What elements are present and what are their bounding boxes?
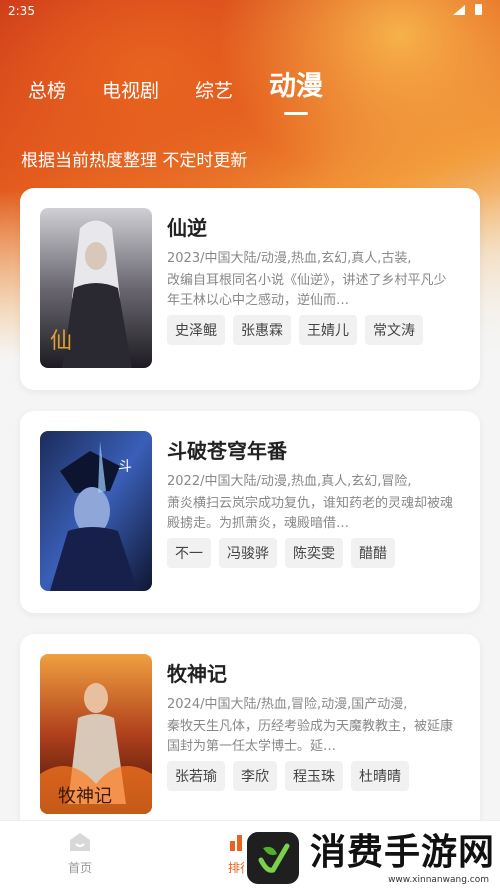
cast-tags: 不一 冯骏骅 陈奕雯 醋醋: [167, 538, 395, 568]
leaf-check-icon: [258, 843, 290, 873]
cast-tag[interactable]: 醋醋: [351, 538, 395, 568]
card-description: 改编自耳根同名小说《仙逆》，讲述了乡村平凡少年王林以心中之感动，逆仙而…: [167, 273, 447, 308]
card-description: 萧炎横扫云岚宗成功复仇，谁知药老的灵魂却被魂殿掳走。为抓萧炎，魂殿暗借…: [167, 496, 454, 531]
card-description: 秦牧天生凡体，历经考验成为天魔教教主，被延康国封为第一任太学博士。延…: [167, 719, 454, 754]
category-tabs: 总榜 电视剧 综艺 动漫: [28, 64, 323, 103]
tab-overall[interactable]: 总榜: [28, 76, 66, 103]
ranking-card[interactable]: 仙 仙逆 2023/中国大陆/动漫,热血,玄幻,真人,古装, 改编自耳根同名小说…: [20, 188, 480, 390]
watermark-url: www.xinnanwang.com: [388, 874, 490, 885]
card-title: 斗破苍穹年番: [167, 439, 287, 463]
cast-tag[interactable]: 王婧儿: [299, 315, 357, 345]
card-title: 牧神记: [167, 662, 227, 686]
cast-tag[interactable]: 李欣: [233, 761, 277, 791]
poster-image: 仙: [40, 208, 152, 368]
signal-icon: [453, 4, 465, 15]
svg-text:斗: 斗: [118, 459, 132, 475]
svg-text:牧神记: 牧神记: [58, 786, 112, 807]
cast-tag[interactable]: 冯骏骅: [219, 538, 277, 568]
card-meta: 2023/中国大陆/动漫,热血,玄幻,真人,古装,: [167, 251, 412, 266]
poster-image: 斗: [40, 431, 152, 591]
poster-image: 牧神记: [40, 654, 152, 814]
cast-tag[interactable]: 张惠霖: [233, 315, 291, 345]
cast-tags: 张若瑜 李欣 程玉珠 杜晴晴: [167, 761, 409, 791]
status-time: 2:35: [8, 4, 35, 18]
cast-tags: 史泽鲲 张惠霖 王婧儿 常文涛: [167, 315, 423, 345]
cast-tag[interactable]: 张若瑜: [167, 761, 225, 791]
ranking-card[interactable]: 斗 斗破苍穹年番 2022/中国大陆/动漫,热血,真人,玄幻,冒险, 萧炎横扫云…: [20, 411, 480, 613]
cast-tag[interactable]: 常文涛: [365, 315, 423, 345]
cast-tag[interactable]: 史泽鲲: [167, 315, 225, 345]
tab-variety[interactable]: 综艺: [195, 76, 233, 103]
card-title: 仙逆: [167, 216, 207, 240]
cast-tag[interactable]: 程玉珠: [285, 761, 343, 791]
site-watermark: 消费手游网 www.xinnanwang.com: [244, 826, 500, 889]
tab-anime[interactable]: 动漫: [269, 64, 323, 103]
tab-tv-series[interactable]: 电视剧: [102, 76, 159, 103]
status-bar: 2:35: [0, 0, 500, 22]
card-meta: 2022/中国大陆/动漫,热血,真人,玄幻,冒险,: [167, 474, 412, 489]
ranking-subtitle: 根据当前热度整理 不定时更新: [21, 151, 248, 171]
card-meta: 2024/中国大陆/热血,冒险,动漫,国产动漫,: [167, 697, 408, 712]
home-icon: [70, 833, 90, 851]
ranking-card[interactable]: 牧神记 牧神记 2024/中国大陆/热血,冒险,动漫,国产动漫, 秦牧天生凡体，…: [20, 634, 480, 834]
svg-text:仙: 仙: [50, 329, 72, 354]
battery-icon: [475, 4, 482, 15]
watermark-logo: [244, 828, 302, 887]
nav-home-label: 首页: [68, 861, 93, 875]
cast-tag[interactable]: 陈奕雯: [285, 538, 343, 568]
cast-tag[interactable]: 不一: [167, 538, 211, 568]
cast-tag[interactable]: 杜晴晴: [351, 761, 409, 791]
nav-home[interactable]: 首页: [68, 831, 92, 876]
watermark-title: 消费手游网: [310, 831, 496, 873]
